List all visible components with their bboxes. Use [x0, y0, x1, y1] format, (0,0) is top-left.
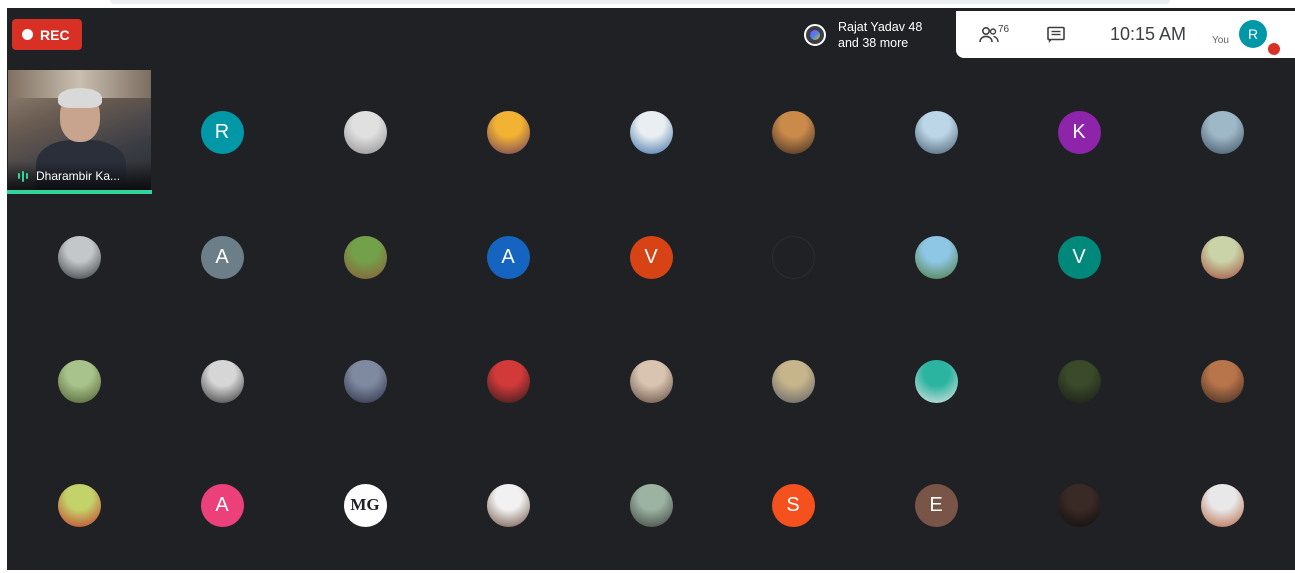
featured-participant-name: Dharambir Ka... [36, 169, 121, 183]
participant-avatar[interactable] [1200, 110, 1244, 154]
participant-avatar[interactable] [1200, 359, 1244, 403]
audio-level-icon [18, 170, 28, 182]
top-bar: Rajat Yadav 48 and 38 more 76 10:15 AM Y… [794, 11, 1295, 58]
people-count: 76 [998, 24, 1010, 35]
participant-avatar[interactable]: MG [343, 483, 387, 527]
participant-avatar[interactable] [486, 110, 530, 154]
participant-avatar[interactable] [200, 359, 244, 403]
recording-badge: REC [12, 19, 82, 50]
participant-avatar[interactable]: S [771, 483, 815, 527]
recording-label: REC [40, 26, 70, 43]
avatar-initial: E [929, 493, 943, 516]
participant-avatar[interactable]: V [1057, 235, 1101, 279]
meeting-clock: 10:15 AM [1110, 24, 1187, 44]
participant-avatar[interactable]: R [200, 110, 244, 154]
participant-avatar[interactable] [343, 359, 387, 403]
participant-avatar[interactable]: A [200, 235, 244, 279]
participant-avatar[interactable] [914, 235, 958, 279]
participant-avatar[interactable] [1057, 483, 1101, 527]
participant-avatar[interactable] [771, 235, 815, 279]
participant-avatar[interactable] [486, 359, 530, 403]
meeting-toolbar: 76 10:15 AM You R [956, 11, 1295, 58]
you-label: You [1212, 35, 1229, 46]
people-icon [979, 26, 999, 42]
join-notification-line1: Rajat Yadav 48 [838, 19, 923, 34]
participant-avatar[interactable] [771, 359, 815, 403]
participant-avatar[interactable] [57, 483, 101, 527]
mic-muted-icon [1268, 43, 1280, 55]
participant-avatar[interactable] [1057, 359, 1101, 403]
avatar-initial: V [1072, 245, 1086, 268]
avatar-initial: S [786, 493, 800, 516]
participant-avatar[interactable]: K [1057, 110, 1101, 154]
participant-avatar[interactable] [486, 483, 530, 527]
participant-avatar[interactable] [914, 359, 958, 403]
participant-avatar[interactable]: V [629, 235, 673, 279]
record-dot-icon [22, 29, 33, 40]
participant-avatar[interactable] [771, 110, 815, 154]
self-avatar[interactable]: R [1239, 20, 1267, 48]
people-button[interactable]: 76 [978, 11, 1009, 58]
participant-avatar[interactable] [914, 110, 958, 154]
avatar-initial: A [501, 245, 515, 268]
join-notification[interactable]: Rajat Yadav 48 and 38 more [794, 11, 956, 58]
participant-avatar[interactable] [57, 235, 101, 279]
participant-avatar[interactable]: E [914, 483, 958, 527]
avatar-initial: V [644, 245, 658, 268]
avatar-initial: A [215, 245, 229, 268]
browser-strip [0, 0, 1295, 8]
chat-icon [1047, 26, 1065, 43]
avatar-initial: K [1072, 120, 1086, 143]
participant-avatar[interactable] [629, 483, 673, 527]
participant-avatar[interactable]: A [200, 483, 244, 527]
participant-avatar[interactable]: A [486, 235, 530, 279]
avatar-initial: A [215, 493, 229, 516]
meet-logo-icon [804, 23, 826, 46]
participant-avatar[interactable] [343, 110, 387, 154]
participant-avatar[interactable] [629, 110, 673, 154]
chat-button[interactable] [1046, 11, 1066, 58]
participant-avatar[interactable] [629, 359, 673, 403]
participant-avatar[interactable] [1200, 235, 1244, 279]
active-speaker-indicator [7, 190, 152, 194]
participant-avatar[interactable] [57, 359, 101, 403]
featured-participant-tile[interactable]: Dharambir Ka... [8, 70, 151, 191]
avatar-initial: MG [350, 495, 380, 514]
avatar-initial: R [214, 120, 230, 143]
join-notification-line2: and 38 more [838, 35, 909, 50]
participant-avatar[interactable] [343, 235, 387, 279]
participant-avatar[interactable] [1200, 483, 1244, 527]
